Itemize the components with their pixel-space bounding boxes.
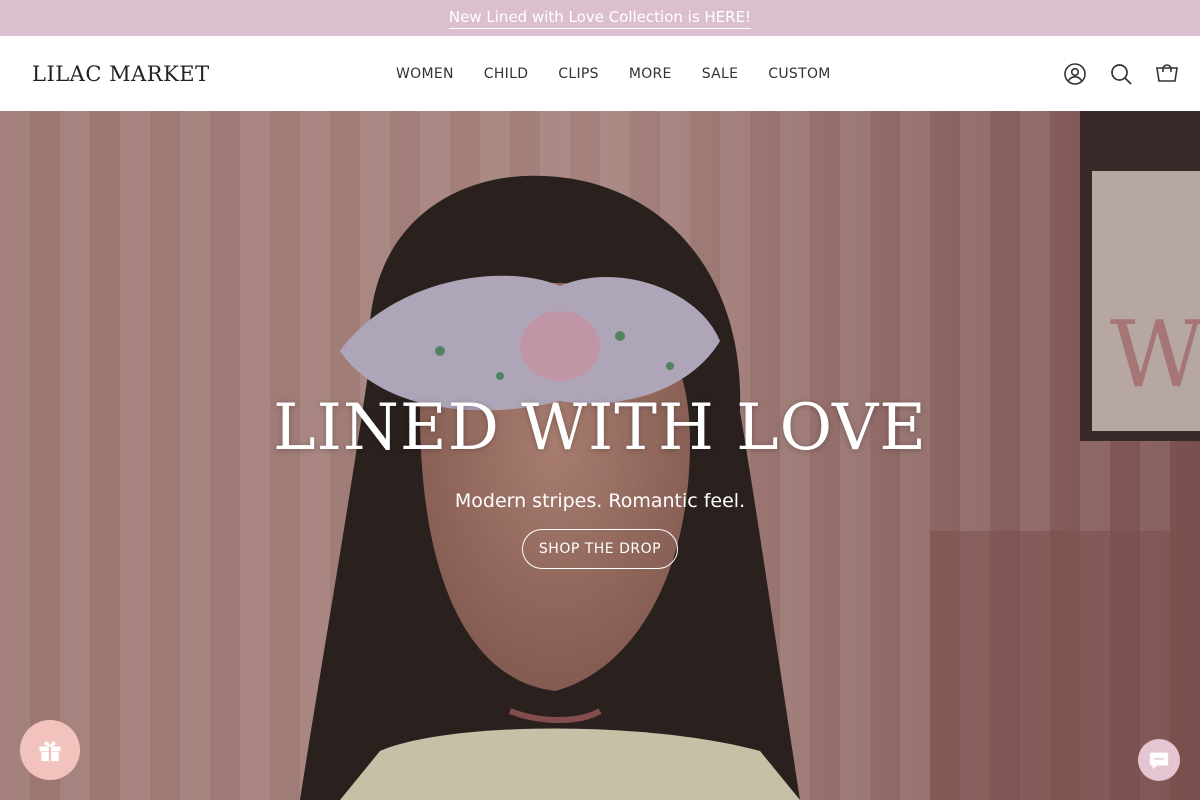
nav-clips[interactable]: CLIPS <box>543 66 614 82</box>
header-icons <box>1062 36 1180 111</box>
search-icon[interactable] <box>1108 61 1134 87</box>
nav-custom[interactable]: CUSTOM <box>753 66 845 82</box>
site-header: LILAC MARKET WOMEN CHILD CLIPS MORE SALE… <box>0 36 1200 111</box>
hero-banner: W LINED WITH LOVE Modern stripes. Romant… <box>0 111 1200 800</box>
chat-icon <box>1149 752 1169 770</box>
nav-more[interactable]: MORE <box>614 66 687 82</box>
rewards-button[interactable] <box>20 720 80 780</box>
nav-sale[interactable]: SALE <box>687 66 754 82</box>
nav-women[interactable]: WOMEN <box>381 66 469 82</box>
gift-icon <box>39 741 61 762</box>
hero-title: LINED WITH LOVE <box>273 391 927 465</box>
chat-button[interactable] <box>1138 739 1180 781</box>
account-icon[interactable] <box>1062 61 1088 87</box>
logo[interactable]: LILAC MARKET <box>32 62 210 86</box>
cart-icon[interactable] <box>1154 61 1180 87</box>
nav-child[interactable]: CHILD <box>469 66 544 82</box>
main-nav: WOMEN CHILD CLIPS MORE SALE CUSTOM <box>381 36 846 111</box>
announcement-link[interactable]: New Lined with Love Collection is HERE! <box>448 8 752 29</box>
shop-the-drop-button[interactable]: SHOP THE DROP <box>521 529 679 569</box>
hero-content: LINED WITH LOVE Modern stripes. Romantic… <box>0 396 1200 569</box>
hero-subtitle: Modern stripes. Romantic feel. <box>454 490 746 512</box>
announcement-bar: New Lined with Love Collection is HERE! <box>0 0 1200 36</box>
